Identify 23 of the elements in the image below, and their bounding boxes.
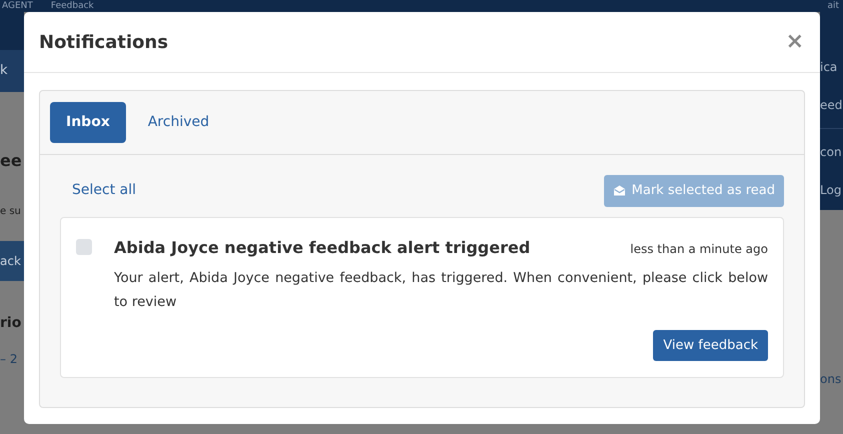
- menu-item-fragment[interactable]: ica: [820, 58, 838, 76]
- nav-link[interactable]: ait: [827, 0, 839, 12]
- notification-message: Your alert, Abida Joyce negative feedback, has triggered. When convenient, please click below to review: [114, 268, 768, 312]
- tab[interactable]: Archived: [132, 102, 226, 143]
- notification-title: Abida Joyce negative feedback alert triggered: [114, 236, 530, 258]
- envelope-icon: [612, 185, 626, 196]
- heading-fragment: rio: [0, 315, 22, 331]
- close-button[interactable]: ×: [786, 31, 804, 53]
- heading-fragment: ee: [0, 151, 22, 170]
- select-all-link[interactable]: Select all: [72, 180, 136, 202]
- modal-title: Notifications: [39, 30, 168, 54]
- tab[interactable]: Inbox: [50, 102, 126, 143]
- menu-item-fragment[interactable]: Log: [820, 181, 842, 199]
- brand-logo: AGENT: [2, 0, 33, 12]
- checkbox[interactable]: [76, 238, 92, 254]
- menu-item-fragment[interactable]: eed: [820, 96, 842, 114]
- tab-fragment[interactable]: k: [0, 50, 24, 92]
- nav-link[interactable]: Feedback: [50, 0, 94, 12]
- text-fragment: e su: [0, 206, 21, 217]
- view-feedback-button[interactable]: View feedback: [653, 330, 768, 361]
- timestamp: less than a minute ago: [630, 240, 768, 258]
- button-fragment[interactable]: ack: [0, 241, 24, 281]
- menu-item-fragment[interactable]: con: [820, 143, 842, 161]
